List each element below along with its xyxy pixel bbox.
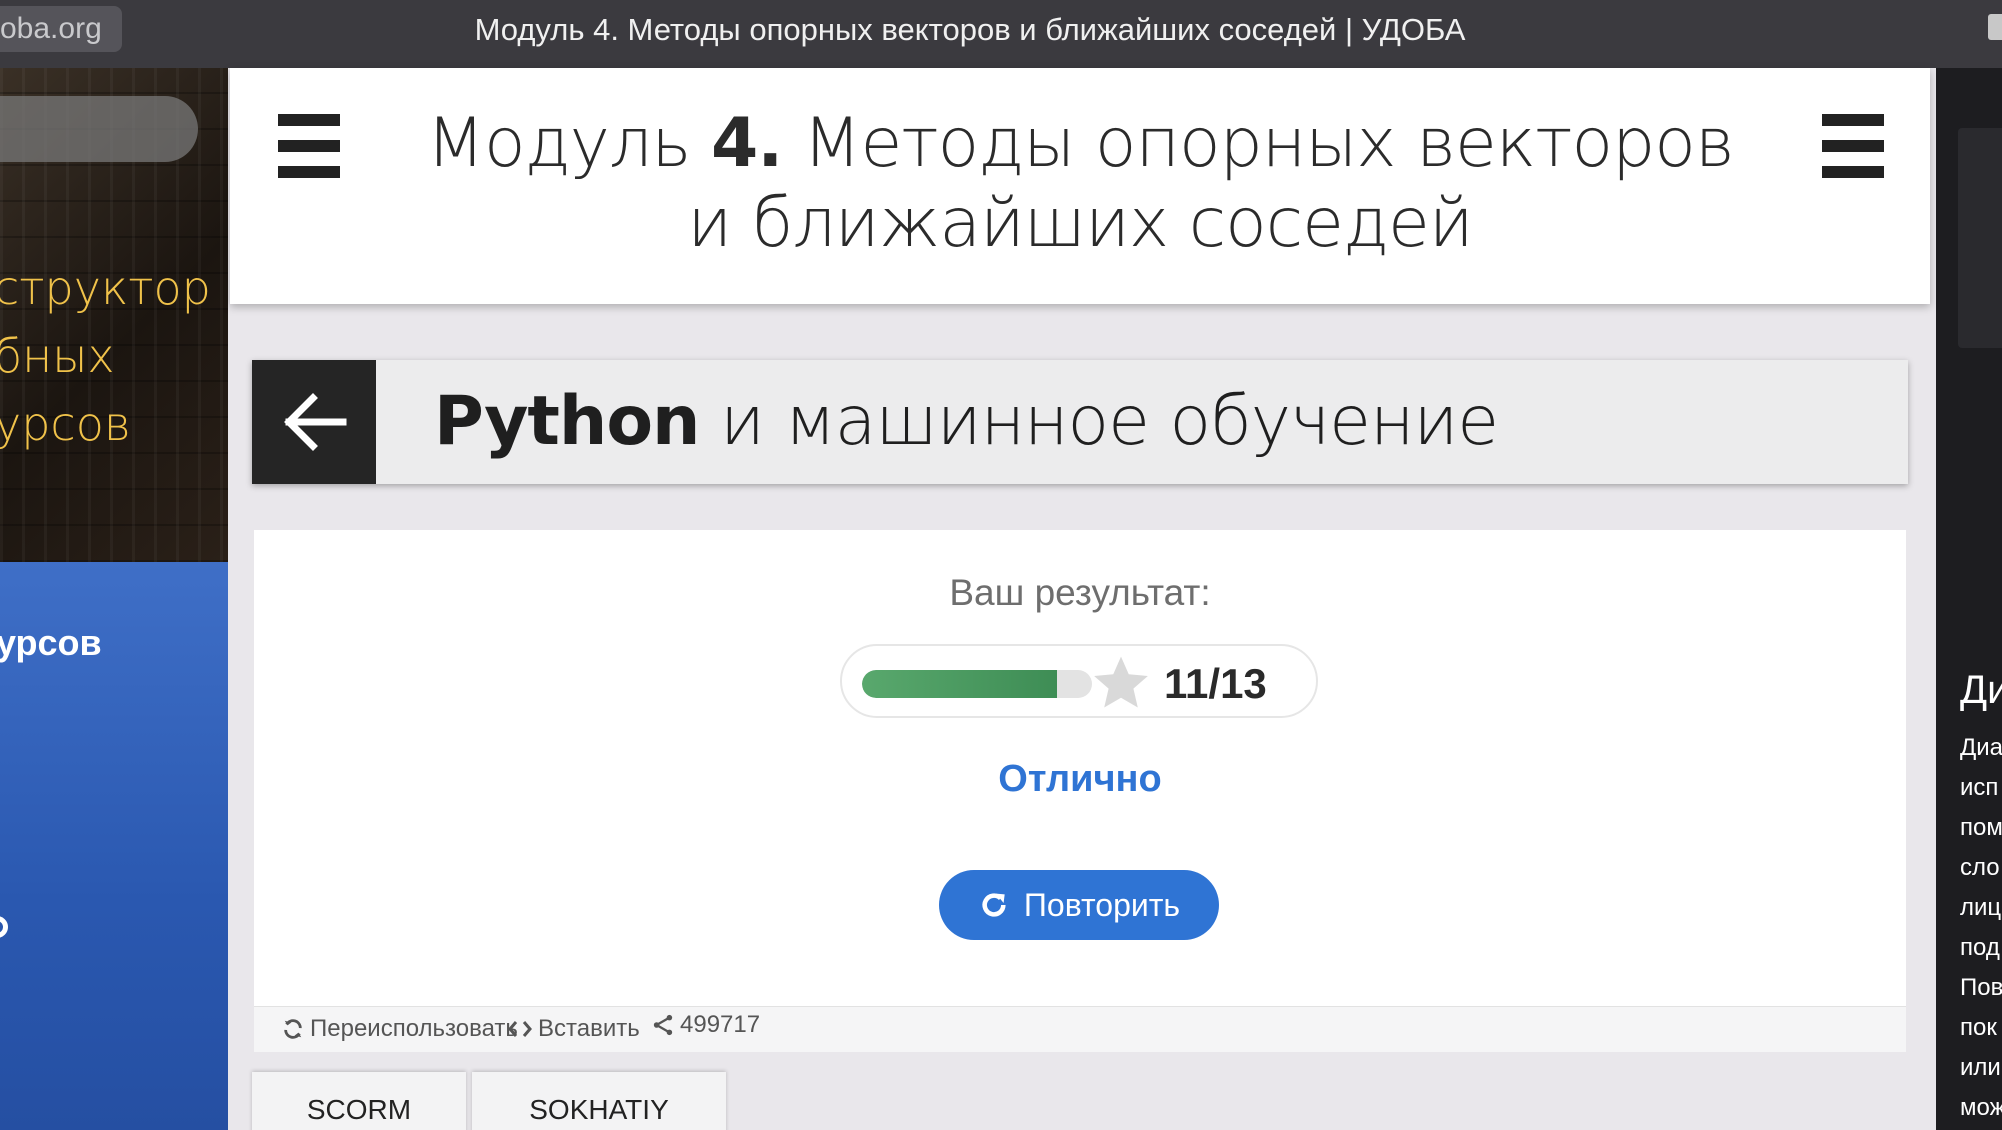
reuse-icon (284, 1019, 302, 1039)
result-card: Ваш результат: 11/13 Отлично Повторить (254, 530, 1906, 1006)
sidebar-item-icon[interactable] (0, 916, 8, 938)
right-panel-line: Пов (1960, 974, 2002, 1001)
reuse-action[interactable]: Переиспользовать (282, 1015, 518, 1043)
right-panel-text: Диа исп пом сло лиц под Пов пок или мож (1960, 728, 2002, 1128)
result-label: Ваш результат: (949, 572, 1211, 613)
course-header: Python и машинное обучение (252, 360, 1908, 484)
right-menu-icon[interactable] (1822, 114, 1884, 178)
share-action[interactable]: 499717 (652, 1011, 760, 1039)
window-title: Модуль 4. Методы опорных векторов и ближ… (474, 12, 1466, 47)
sidebar-item-courses[interactable]: урсов (0, 622, 102, 664)
right-panel-line: под (1960, 934, 2000, 961)
module-title-prefix: Модуль (426, 104, 712, 183)
action-bar: Переиспользовать Вставить 499717 (254, 1006, 1906, 1052)
embed-label: Вставить (538, 1015, 640, 1042)
right-sidebar: Ди Диа исп пом сло лиц под Пов пок или м… (1936, 68, 2002, 1130)
code-icon (508, 1021, 532, 1037)
module-title: Модуль 4. Методы опорных векторов и ближ… (410, 104, 1750, 264)
course-title-strong: Python (434, 382, 700, 461)
score-progress-fill (862, 670, 1057, 698)
score-progress-bar (862, 670, 1092, 698)
right-panel-heading: Ди (1960, 668, 2002, 712)
right-panel-line: или (1960, 1054, 2001, 1081)
retry-button[interactable]: Повторить (939, 870, 1219, 940)
right-panel-line: пок (1960, 1014, 1997, 1041)
back-button[interactable] (252, 360, 376, 484)
course-title: Python и машинное обучение (434, 382, 1499, 462)
refresh-icon (982, 893, 1006, 917)
share-icon (653, 1014, 673, 1036)
sidebar-menu: урсов (0, 562, 228, 1130)
url-chip[interactable]: oba.org (0, 6, 122, 52)
reuse-label: Переиспользовать (310, 1015, 518, 1042)
score-value: 11/13 (1164, 660, 1267, 707)
right-panel-line: сло (1960, 854, 2000, 881)
right-panel-card (1958, 128, 2002, 348)
course-title-rest: и машинное обучение (699, 382, 1499, 461)
module-title-rest: Методы опорных векторов и ближайших сосе… (687, 104, 1734, 263)
embed-action[interactable]: Вставить (508, 1015, 640, 1043)
arrow-left-icon (284, 393, 347, 451)
tab-sokhatiy[interactable]: SOKHATIY (472, 1072, 726, 1130)
star-icon (1094, 656, 1148, 708)
left-menu-icon[interactable] (278, 114, 340, 178)
right-panel-line: пом (1960, 814, 2002, 841)
tab-scorm[interactable]: SCORM (252, 1072, 466, 1130)
module-header: Модуль 4. Методы опорных векторов и ближ… (230, 68, 1930, 304)
right-panel-line: Диа (1960, 734, 2002, 761)
sidebar-hero: структор бных урсов (0, 68, 228, 562)
share-count: 499717 (680, 1011, 761, 1038)
titlebar-handle (1988, 14, 2002, 40)
right-panel-line: мож (1960, 1094, 2002, 1121)
right-panel-line: лиц (1960, 894, 2002, 921)
browser-titlebar: oba.org Модуль 4. Методы опорных векторо… (0, 0, 2002, 68)
right-panel-line: исп (1960, 774, 1999, 801)
sidebar-search-field[interactable] (0, 96, 198, 162)
sidebar-brand[interactable]: структор бных урсов (0, 254, 228, 458)
retry-label: Повторить (1023, 886, 1181, 923)
module-title-number: 4. (711, 104, 783, 183)
grade-label: Отлично (998, 758, 1162, 800)
score-pill: 11/13 (840, 644, 1318, 718)
url-text: oba.org (0, 12, 102, 45)
